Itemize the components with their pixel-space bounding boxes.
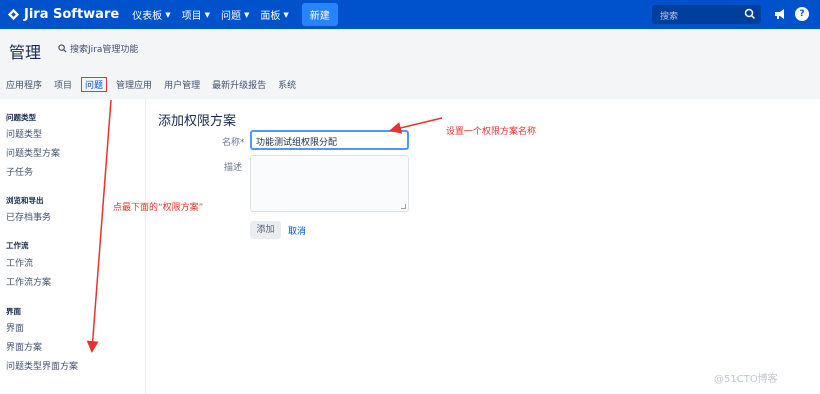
- nav-dashboards[interactable]: 仪表板 ▼: [132, 7, 171, 23]
- jira-logo-icon: [7, 8, 20, 21]
- description-label: 描述: [224, 163, 243, 173]
- nav-dashboards-label: 仪表板: [132, 11, 163, 22]
- megaphone-icon[interactable]: [773, 7, 787, 21]
- nav-issues[interactable]: 问题 ▼: [220, 7, 250, 23]
- tab-upgrade-report[interactable]: 最新升级报告: [209, 77, 269, 92]
- form-title: 添加权限方案: [158, 114, 237, 129]
- sidebar-group-issue-types: 问题类型: [6, 113, 36, 122]
- name-label: 名称*: [222, 138, 245, 148]
- tab-projects[interactable]: 项目: [51, 77, 75, 92]
- search-icon: [744, 8, 756, 20]
- sidebar-item-issue-types[interactable]: 问题类型: [6, 127, 42, 140]
- sidebar-group-workflows: 工作流: [6, 241, 29, 250]
- top-navigation-bar: Jira Software 仪表板 ▼ 项目 ▼ 问题 ▼ 面板 ▼ 新建 搜索 ?: [0, 0, 820, 29]
- annotation-sidebar-note: 点最下面的“权限方案”: [113, 203, 204, 213]
- sidebar-item-archived-issues[interactable]: 已存档事务: [6, 210, 51, 223]
- create-button[interactable]: 新建: [301, 3, 338, 26]
- sidebar-item-issue-type-schemes[interactable]: 问题类型方案: [6, 146, 60, 159]
- tab-manage-apps[interactable]: 管理应用: [113, 77, 155, 92]
- sidebar-item-subtasks[interactable]: 子任务: [6, 165, 33, 178]
- tab-issues[interactable]: 问题: [81, 77, 108, 92]
- nav-projects-label: 项目: [181, 11, 202, 22]
- add-button[interactable]: 添加: [250, 221, 281, 239]
- nav-boards[interactable]: 面板 ▼: [260, 7, 289, 23]
- description-field[interactable]: [250, 155, 409, 212]
- sidebar-group-screens: 界面: [6, 307, 21, 316]
- logo-text: Jira Software: [24, 7, 120, 22]
- chevron-down-icon: ▼: [204, 10, 210, 19]
- sidebar-item-issue-type-screen-schemes[interactable]: 问题类型界面方案: [6, 359, 78, 372]
- help-icon[interactable]: ?: [795, 7, 809, 21]
- jira-logo[interactable]: Jira Software: [7, 7, 119, 22]
- watermark: @51CTO博客: [714, 374, 778, 385]
- sidebar-item-workflows[interactable]: 工作流: [6, 256, 33, 269]
- admin-sidebar: 问题类型 问题类型 问题类型方案 子任务 浏览和导出 已存档事务 工作流 工作流…: [0, 99, 146, 394]
- nav-issues-label: 问题: [220, 11, 241, 22]
- sidebar-item-screens[interactable]: 界面: [6, 321, 24, 334]
- search-placeholder: 搜索: [660, 12, 679, 22]
- annotation-name-note: 设置一个权限方案名称: [446, 127, 537, 137]
- nav-projects[interactable]: 项目 ▼: [181, 7, 210, 23]
- admin-search-input[interactable]: 搜索Jira管理功能: [58, 42, 138, 55]
- admin-search-placeholder: 搜索Jira管理功能: [70, 45, 139, 55]
- chevron-down-icon: ▼: [283, 10, 289, 19]
- admin-tabs: 应用程序 项目 问题 管理应用 用户管理 最新升级报告 系统: [0, 77, 299, 92]
- search-icon: [58, 44, 67, 53]
- sidebar-item-screen-schemes[interactable]: 界面方案: [6, 340, 42, 353]
- arrow-to-name-field: [389, 117, 443, 134]
- admin-header: 管理 搜索Jira管理功能 应用程序 项目 问题 管理应用 用户管理 最新升级报…: [0, 29, 820, 99]
- chevron-down-icon: ▼: [243, 10, 250, 19]
- nav-boards-label: 面板: [260, 11, 281, 22]
- sidebar-item-workflow-schemes[interactable]: 工作流方案: [6, 275, 51, 288]
- sidebar-group-browse-export: 浏览和导出: [6, 196, 44, 205]
- cancel-link[interactable]: 取消: [288, 224, 306, 237]
- name-field[interactable]: 功能测试组权限分配: [250, 130, 409, 150]
- resize-handle-icon[interactable]: [401, 204, 406, 209]
- tab-applications[interactable]: 应用程序: [3, 77, 45, 92]
- global-search-input[interactable]: 搜索: [652, 5, 761, 24]
- chevron-down-icon: ▼: [165, 10, 171, 19]
- tab-user-management[interactable]: 用户管理: [161, 77, 203, 92]
- tab-system[interactable]: 系统: [275, 77, 299, 92]
- page-title: 管理: [9, 43, 42, 62]
